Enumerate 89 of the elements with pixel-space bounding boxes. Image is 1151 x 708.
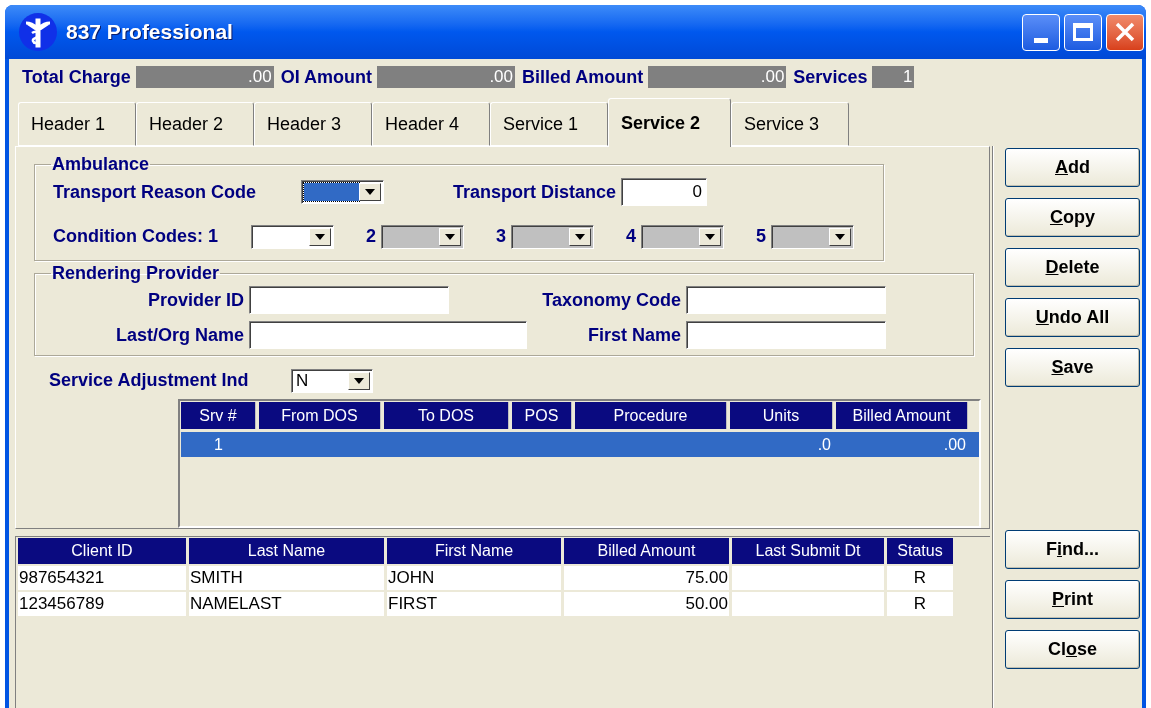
table-cell[interactable]: 50.00 bbox=[564, 592, 729, 616]
tab[interactable]: Service 2 bbox=[608, 98, 731, 147]
caret-icon bbox=[835, 233, 846, 240]
action-button[interactable]: Close bbox=[1005, 630, 1140, 669]
table-cell[interactable]: FIRST bbox=[387, 592, 561, 616]
tab[interactable]: Header 3 bbox=[254, 102, 372, 146]
column-header[interactable]: Status bbox=[887, 538, 953, 564]
table-cell-text: .0 bbox=[816, 435, 832, 455]
group-title: Rendering Provider bbox=[51, 263, 221, 283]
column-header[interactable]: Client ID bbox=[18, 538, 186, 564]
action-button[interactable]: Find... bbox=[1005, 530, 1140, 569]
table-cell[interactable] bbox=[732, 592, 884, 616]
field-label: Condition Codes: 1 bbox=[53, 225, 219, 248]
column-header[interactable]: Units bbox=[730, 402, 833, 429]
maximize-icon bbox=[1073, 23, 1093, 41]
close-button[interactable] bbox=[1106, 13, 1144, 51]
total-field: .00 bbox=[135, 66, 274, 88]
close-icon bbox=[1115, 22, 1135, 42]
tab[interactable]: Header 2 bbox=[136, 102, 254, 146]
table-cell[interactable]: 123456789 bbox=[18, 592, 186, 616]
table-cell[interactable]: R bbox=[887, 592, 953, 616]
tab[interactable]: Service 3 bbox=[731, 102, 849, 146]
table-cell[interactable]: R bbox=[887, 566, 953, 590]
action-button[interactable]: Undo All bbox=[1005, 298, 1140, 337]
column-header[interactable]: To DOS bbox=[384, 402, 509, 429]
table-cell[interactable]: 987654321 bbox=[18, 566, 186, 590]
tab[interactable]: Service 1 bbox=[490, 102, 608, 146]
input-field[interactable] bbox=[249, 321, 527, 349]
caret-icon bbox=[575, 233, 586, 240]
table-cell-text: 1 bbox=[213, 435, 224, 455]
input-field[interactable]: 0 bbox=[621, 178, 708, 206]
field-label: 3 bbox=[496, 225, 507, 248]
action-button[interactable]: Print bbox=[1005, 580, 1140, 619]
field-label: Transport Reason Code bbox=[53, 180, 258, 204]
tab[interactable]: Header 1 bbox=[18, 102, 136, 146]
action-button[interactable]: Copy bbox=[1005, 198, 1140, 237]
column-header[interactable]: Srv # bbox=[181, 402, 256, 429]
group-title: Ambulance bbox=[51, 154, 151, 174]
table-cell-text: .00 bbox=[942, 435, 967, 455]
column-header[interactable]: Billed Amount bbox=[836, 402, 968, 429]
maximize-button[interactable] bbox=[1064, 13, 1102, 51]
field-label: Transport Distance bbox=[453, 180, 617, 204]
action-button[interactable]: Delete bbox=[1005, 248, 1140, 287]
minimize-button[interactable] bbox=[1022, 13, 1060, 51]
input-field[interactable] bbox=[686, 321, 886, 349]
dropdown[interactable]: N bbox=[291, 368, 373, 393]
table-row[interactable]: 1 .0 .00 bbox=[181, 432, 979, 457]
caret-icon bbox=[315, 233, 325, 240]
caret-icon bbox=[365, 189, 375, 195]
window-title: 837 Professional bbox=[66, 19, 233, 46]
caduceus-icon bbox=[18, 12, 58, 52]
column-header[interactable]: POS bbox=[512, 402, 572, 429]
table-cell[interactable]: SMITH bbox=[189, 566, 384, 590]
field-label: OI Amount bbox=[280, 65, 372, 89]
table-cell[interactable] bbox=[732, 566, 884, 590]
action-button[interactable]: Save bbox=[1005, 348, 1140, 387]
column-header[interactable]: From DOS bbox=[259, 402, 381, 429]
caret-icon bbox=[354, 377, 364, 384]
tab[interactable]: Header 4 bbox=[372, 102, 490, 146]
field-label: Service Adjustment Ind bbox=[49, 369, 250, 392]
field-label: Total Charge bbox=[22, 65, 131, 89]
dropdown[interactable] bbox=[251, 224, 334, 249]
field-label: Taxonomy Code bbox=[541, 288, 681, 312]
field-label: First Name bbox=[586, 323, 681, 347]
column-header[interactable]: Billed Amount bbox=[564, 538, 729, 564]
column-header[interactable]: Last Name bbox=[189, 538, 384, 564]
field-label: Services bbox=[793, 65, 868, 89]
input-field[interactable] bbox=[249, 286, 449, 314]
field-label: 5 bbox=[756, 225, 767, 248]
table-cell[interactable]: NAMELAST bbox=[189, 592, 384, 616]
dropdown[interactable] bbox=[301, 180, 384, 204]
caret-icon bbox=[705, 233, 716, 240]
field-label: Last/Org Name bbox=[114, 323, 244, 347]
column-header[interactable]: First Name bbox=[387, 538, 561, 564]
caret-icon bbox=[445, 233, 455, 240]
total-field: 1 bbox=[872, 66, 915, 88]
total-field: .00 bbox=[648, 66, 787, 88]
column-header[interactable]: Procedure bbox=[575, 402, 727, 429]
column-header[interactable]: Last Submit Dt bbox=[732, 538, 884, 564]
field-label: Provider ID bbox=[146, 288, 244, 312]
table-cell[interactable]: JOHN bbox=[387, 566, 561, 590]
total-field: .00 bbox=[377, 66, 515, 88]
minimize-icon bbox=[1034, 37, 1048, 43]
input-field[interactable] bbox=[686, 286, 886, 314]
action-button[interactable]: Add bbox=[1005, 148, 1140, 187]
field-label: 4 bbox=[626, 225, 637, 248]
field-label: Billed Amount bbox=[522, 65, 644, 89]
field-label: 2 bbox=[366, 225, 376, 248]
table-cell[interactable]: 75.00 bbox=[564, 566, 729, 590]
